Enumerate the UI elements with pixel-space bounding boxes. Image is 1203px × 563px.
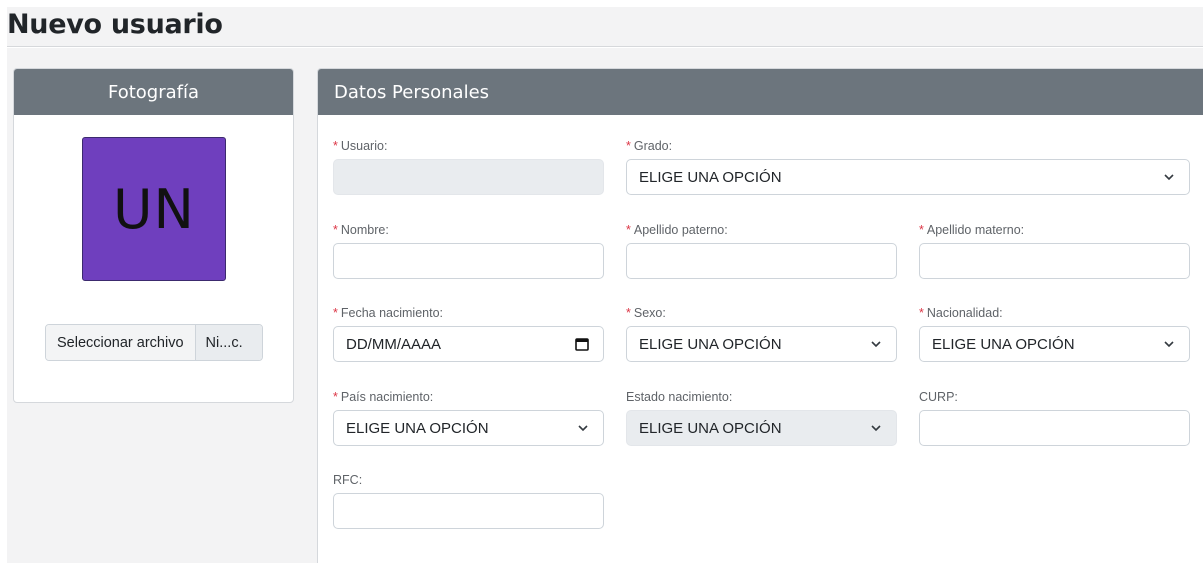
- avatar: UN: [82, 137, 226, 281]
- required-mark: *: [333, 306, 338, 320]
- sexo-select[interactable]: ELIGE UNA OPCIÓN: [626, 326, 897, 362]
- photo-file-input[interactable]: Seleccionar archivo Ni...c.: [45, 324, 263, 361]
- pais-nacimiento-select[interactable]: ELIGE UNA OPCIÓN: [333, 410, 604, 446]
- personal-data-card: Datos Personales * Usuario: * Grado: ELIGE…: [317, 68, 1203, 563]
- required-mark: *: [919, 306, 924, 320]
- apellido-materno-label: * Apellido materno:: [919, 223, 1025, 237]
- apellido-materno-input[interactable]: [919, 243, 1190, 279]
- grado-select-value: ELIGE UNA OPCIÓN: [639, 168, 782, 186]
- fecha-nacimiento-label: * Fecha nacimiento:: [333, 306, 444, 320]
- apellido-paterno-field: * Apellido paterno:: [626, 222, 897, 279]
- calendar-icon[interactable]: [575, 337, 589, 351]
- usuario-label: * Usuario:: [333, 139, 388, 153]
- usuario-input[interactable]: [333, 159, 604, 195]
- nombre-field: * Nombre:: [333, 222, 604, 279]
- page-title: Nuevo usuario: [7, 9, 223, 40]
- fecha-nacimiento-input[interactable]: DD/MM/AAAA: [333, 326, 604, 362]
- rfc-label: RFC:: [333, 473, 363, 487]
- sexo-field: * Sexo: ELIGE UNA OPCIÓN: [626, 305, 897, 362]
- required-mark: *: [333, 390, 338, 404]
- usuario-field: * Usuario:: [333, 138, 604, 195]
- chevron-down-icon: [1164, 341, 1174, 348]
- page-header: Nuevo usuario: [7, 7, 1203, 47]
- file-name-display: Ni...c.: [195, 325, 262, 360]
- estado-nacimiento-select[interactable]: ELIGE UNA OPCIÓN: [626, 410, 897, 446]
- estado-nacimiento-field: Estado nacimiento: ELIGE UNA OPCIÓN: [626, 389, 897, 446]
- photo-card: Fotografía UN Seleccionar archivo Ni...c…: [13, 68, 294, 403]
- grado-field: * Grado: ELIGE UNA OPCIÓN: [626, 138, 1190, 195]
- fecha-nacimiento-field: * Fecha nacimiento: DD/MM/AAAA: [333, 305, 604, 362]
- required-mark: *: [333, 223, 338, 237]
- chevron-down-icon: [871, 341, 881, 348]
- fecha-nacimiento-value: DD/MM/AAAA: [346, 335, 442, 353]
- select-file-button[interactable]: Seleccionar archivo: [46, 325, 196, 360]
- pais-nacimiento-label: * País nacimiento:: [333, 390, 434, 404]
- photo-card-header: Fotografía: [14, 69, 293, 115]
- curp-field: CURP:: [919, 389, 1190, 446]
- required-mark: *: [626, 223, 631, 237]
- required-mark: *: [333, 139, 338, 153]
- estado-nacimiento-select-value: ELIGE UNA OPCIÓN: [639, 419, 782, 437]
- apellido-paterno-label: * Apellido paterno:: [626, 223, 728, 237]
- rfc-input[interactable]: [333, 493, 604, 529]
- nacionalidad-label: * Nacionalidad:: [919, 306, 1003, 320]
- nombre-input[interactable]: [333, 243, 604, 279]
- chevron-down-icon: [578, 425, 588, 432]
- nombre-label: * Nombre:: [333, 223, 389, 237]
- apellido-paterno-input[interactable]: [626, 243, 897, 279]
- sexo-label: * Sexo:: [626, 306, 666, 320]
- curp-label: CURP:: [919, 390, 958, 404]
- grado-select[interactable]: ELIGE UNA OPCIÓN: [626, 159, 1190, 195]
- required-mark: *: [626, 306, 631, 320]
- estado-nacimiento-label: Estado nacimiento:: [626, 390, 733, 404]
- required-mark: *: [626, 139, 631, 153]
- required-mark: *: [919, 223, 924, 237]
- nacionalidad-select-value: ELIGE UNA OPCIÓN: [932, 335, 1075, 353]
- apellido-materno-field: * Apellido materno:: [919, 222, 1190, 279]
- grado-label: * Grado:: [626, 139, 673, 153]
- curp-input[interactable]: [919, 410, 1190, 446]
- nacionalidad-field: * Nacionalidad: ELIGE UNA OPCIÓN: [919, 305, 1190, 362]
- pais-nacimiento-field: * País nacimiento: ELIGE UNA OPCIÓN: [333, 389, 604, 446]
- personal-data-card-header: Datos Personales: [318, 69, 1203, 115]
- rfc-field: RFC:: [333, 472, 604, 529]
- pais-nacimiento-select-value: ELIGE UNA OPCIÓN: [346, 419, 489, 437]
- sexo-select-value: ELIGE UNA OPCIÓN: [639, 335, 782, 353]
- nacionalidad-select[interactable]: ELIGE UNA OPCIÓN: [919, 326, 1190, 362]
- chevron-down-icon: [1164, 174, 1174, 181]
- chevron-down-icon: [871, 425, 881, 432]
